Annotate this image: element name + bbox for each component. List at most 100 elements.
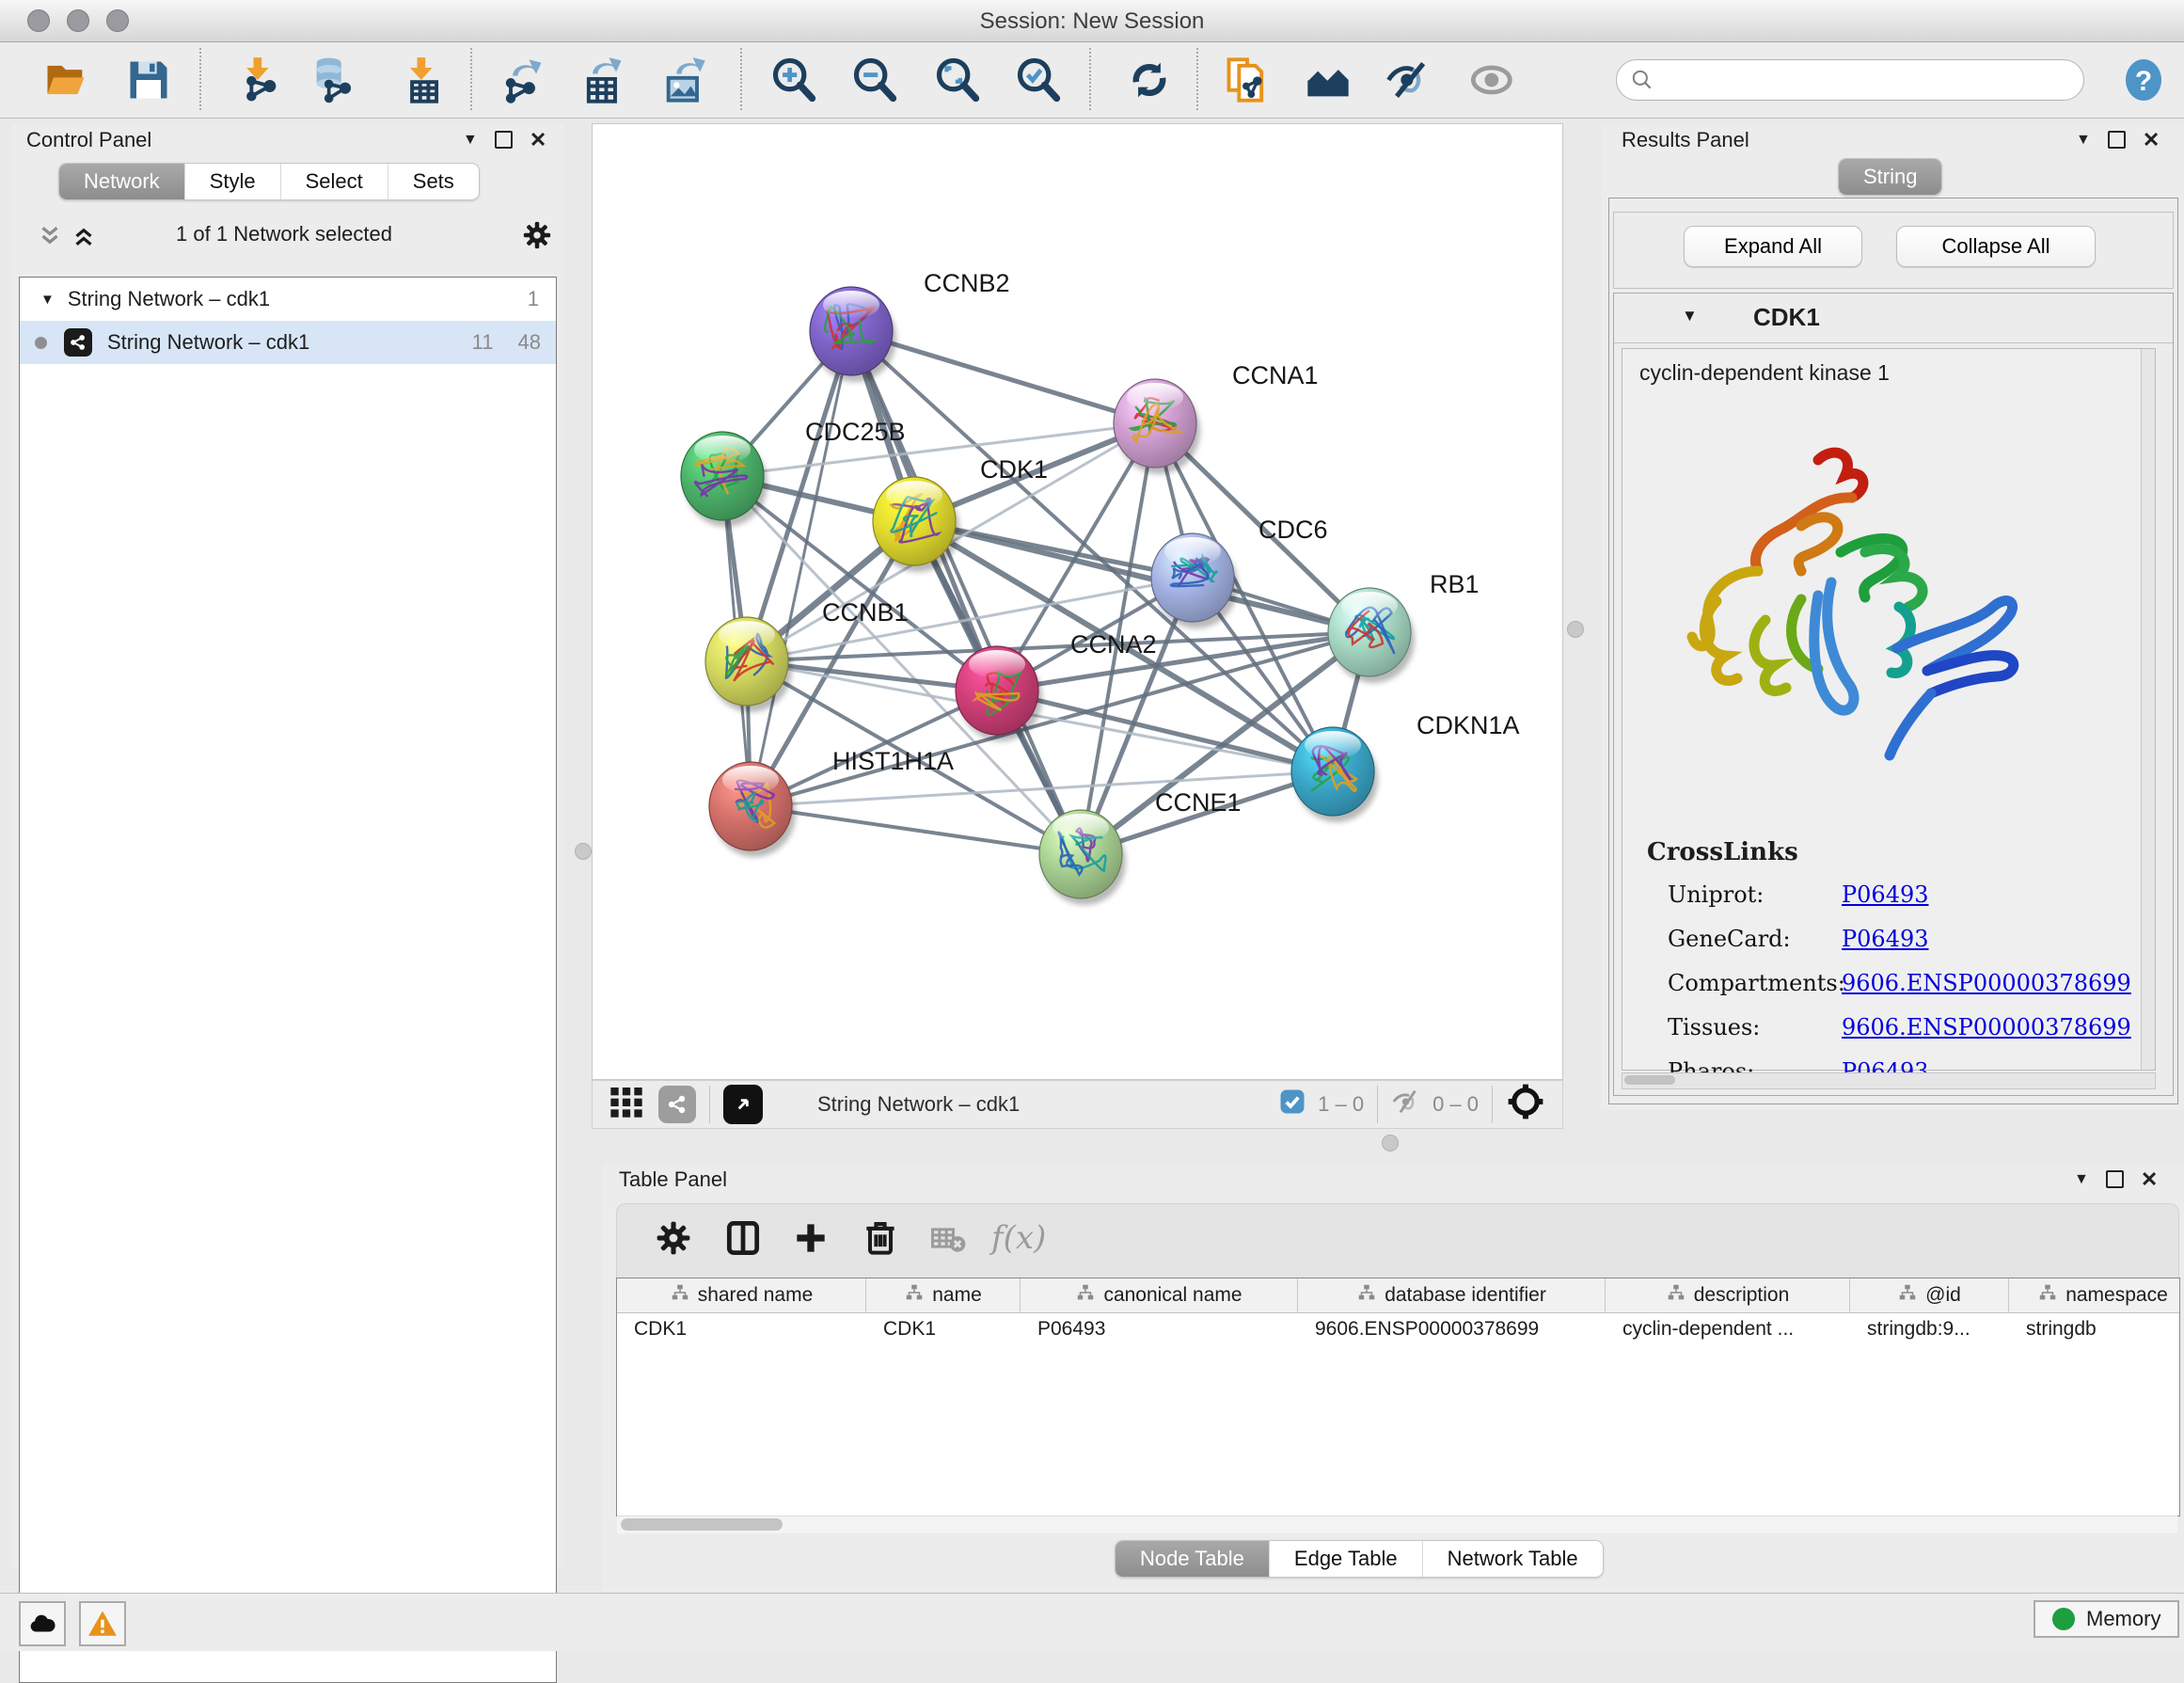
import-table-icon[interactable] (399, 56, 448, 104)
control-panel-float-icon[interactable] (495, 131, 513, 149)
crosslink-link[interactable]: 9606.ENSP00000378699 (1842, 1014, 2131, 1040)
zoom-out-icon[interactable] (850, 56, 899, 104)
save-session-icon[interactable] (124, 56, 173, 104)
results-panel-collapse-icon[interactable]: ▼ (2076, 132, 2091, 149)
delete-table-icon[interactable] (927, 1217, 973, 1262)
column-header-shared-name[interactable]: shared name (617, 1278, 866, 1312)
network-share-view-icon[interactable] (658, 1086, 696, 1123)
new-network-from-selection-icon[interactable] (1223, 56, 1272, 104)
table-cell[interactable]: cyclin-dependent ... (1606, 1313, 1850, 1347)
memory-button[interactable]: Memory (2034, 1600, 2179, 1638)
network-node-CCNB2[interactable]: CCNB2 (810, 269, 1010, 382)
results-panel-float-icon[interactable] (2108, 131, 2126, 149)
tab-select[interactable]: Select (280, 164, 388, 199)
search-input[interactable] (1616, 59, 2084, 101)
results-vertical-scrollbar[interactable] (2141, 349, 2155, 1070)
network-edge-HIST1H1A-CCNE1[interactable] (751, 806, 1081, 854)
crosslink-label: Tissues: (1668, 1014, 1842, 1040)
tab-network-table[interactable]: Network Table (1422, 1541, 1603, 1577)
show-all-icon[interactable] (1469, 56, 1518, 104)
network-collection-row[interactable]: ▼ String Network – cdk1 1 (20, 278, 556, 321)
control-panel-close-icon[interactable]: ✕ (530, 133, 546, 147)
show-columns-icon[interactable] (722, 1217, 768, 1262)
import-network-database-icon[interactable] (309, 56, 357, 104)
export-network-icon[interactable] (499, 56, 547, 104)
control-panel-collapse-icon[interactable]: ▼ (463, 132, 478, 149)
hide-selected-icon[interactable] (1385, 56, 1433, 104)
table-panel-close-icon[interactable]: ✕ (2141, 1172, 2158, 1186)
export-table-icon[interactable] (578, 56, 627, 104)
column-header-canonical-name[interactable]: canonical name (1021, 1278, 1298, 1312)
crosslink-link[interactable]: 9606.ENSP00000378699 (1842, 970, 2131, 996)
table-cell[interactable]: 9606.ENSP00000378699 (1298, 1313, 1606, 1347)
column-header-name[interactable]: name (866, 1278, 1021, 1312)
function-builder-icon[interactable]: f(x) (991, 1219, 1046, 1257)
create-column-plus-icon[interactable] (790, 1217, 835, 1262)
network-row[interactable]: String Network – cdk1 11 48 (20, 321, 556, 364)
selected-checkbox-icon[interactable] (1278, 1088, 1306, 1121)
column-header--id[interactable]: @id (1850, 1278, 2009, 1312)
network-node-CDKN1A[interactable]: CDKN1A (1291, 711, 1520, 822)
table-panel-float-icon[interactable] (2106, 1170, 2124, 1188)
expand-all-networks-icon[interactable] (70, 222, 98, 255)
crosslink-link[interactable]: P06493 (1842, 881, 1929, 908)
zoom-selected-icon[interactable] (1014, 56, 1063, 104)
results-panel-close-icon[interactable]: ✕ (2143, 133, 2160, 147)
network-node-CCNA1[interactable]: CCNA1 (1114, 361, 1319, 474)
warnings-button[interactable] (79, 1601, 126, 1646)
zoom-in-icon[interactable] (769, 56, 818, 104)
gene-section-expander-icon[interactable]: ▼ (1682, 307, 1698, 325)
network-edge-CCNB2-HIST1H1A[interactable] (751, 331, 851, 806)
bottom-splitter-handle[interactable] (1382, 1135, 1399, 1151)
table-cell[interactable]: CDK1 (866, 1313, 1021, 1347)
tab-node-table[interactable]: Node Table (1116, 1541, 1269, 1577)
export-image-icon[interactable] (660, 56, 709, 104)
collection-expander-icon[interactable]: ▼ (40, 292, 55, 308)
tab-style[interactable]: Style (184, 164, 280, 199)
zoom-fit-icon[interactable] (933, 56, 982, 104)
table-cell[interactable]: stringdb:9... (1850, 1313, 2009, 1347)
network-view-toolbar: String Network – cdk1 1 – 0 0 – 0 (592, 1080, 1563, 1129)
network-edge-CCNB2-CCNA1[interactable] (851, 331, 1155, 423)
right-splitter-handle[interactable] (1567, 621, 1584, 638)
table-settings-gear-icon[interactable] (653, 1217, 698, 1262)
open-session-icon[interactable] (41, 56, 90, 104)
network-node-RB1[interactable]: RB1 (1328, 570, 1480, 683)
delete-column-trash-icon[interactable] (860, 1217, 905, 1262)
column-header-namespace[interactable]: namespace (2009, 1278, 2180, 1312)
table-cell[interactable]: CDK1 (617, 1313, 866, 1347)
help-icon[interactable]: ? (2121, 57, 2166, 107)
network-edge-CCNB2-CCNE1[interactable] (851, 331, 1081, 854)
grid-view-icon[interactable] (608, 1083, 645, 1126)
cloud-status-button[interactable] (19, 1601, 66, 1646)
gene-description: cyclin-dependent kinase 1 (1639, 360, 1890, 386)
import-network-icon[interactable] (235, 56, 284, 104)
table-row[interactable]: CDK1CDK1P064939606.ENSP00000378699cyclin… (617, 1313, 2179, 1347)
network-name: String Network – cdk1 (107, 330, 309, 355)
hidden-eye-icon[interactable] (1391, 1086, 1423, 1123)
column-header-description[interactable]: description (1606, 1278, 1850, 1312)
left-splitter-handle[interactable] (575, 843, 592, 860)
results-horizontal-scrollbar[interactable] (1622, 1072, 2156, 1089)
crosslink-link[interactable]: P06493 (1842, 926, 1929, 952)
string-home-icon[interactable] (1304, 56, 1353, 104)
table-cell[interactable]: P06493 (1021, 1313, 1298, 1347)
tab-network[interactable]: Network (59, 164, 184, 199)
fit-selected-crosshair-icon[interactable] (1506, 1082, 1545, 1127)
network-canvas[interactable]: CCNB2CCNA1CDC25BCDK1CDC6RB1CCNB1CCNA2CDK… (592, 123, 1563, 1080)
collapse-all-button[interactable]: Collapse All (1896, 226, 2096, 267)
expand-all-button[interactable]: Expand All (1684, 226, 1862, 267)
table-cell[interactable]: stringdb (2009, 1313, 2180, 1347)
refresh-icon[interactable] (1125, 56, 1174, 104)
network-options-gear-icon[interactable] (521, 219, 553, 256)
table-horizontal-scrollbar[interactable] (617, 1516, 2177, 1533)
tab-string[interactable]: String (1839, 159, 1941, 195)
results-hscroll-thumb[interactable] (1624, 1075, 1675, 1085)
collapse-all-networks-icon[interactable] (36, 222, 64, 255)
birds-eye-view-icon[interactable] (723, 1085, 763, 1124)
column-header-database-identifier[interactable]: database identifier (1298, 1278, 1606, 1312)
table-hscroll-thumb[interactable] (621, 1518, 783, 1531)
tab-edge-table[interactable]: Edge Table (1269, 1541, 1422, 1577)
tab-sets[interactable]: Sets (388, 164, 479, 199)
table-panel-collapse-icon[interactable]: ▼ (2074, 1171, 2089, 1188)
